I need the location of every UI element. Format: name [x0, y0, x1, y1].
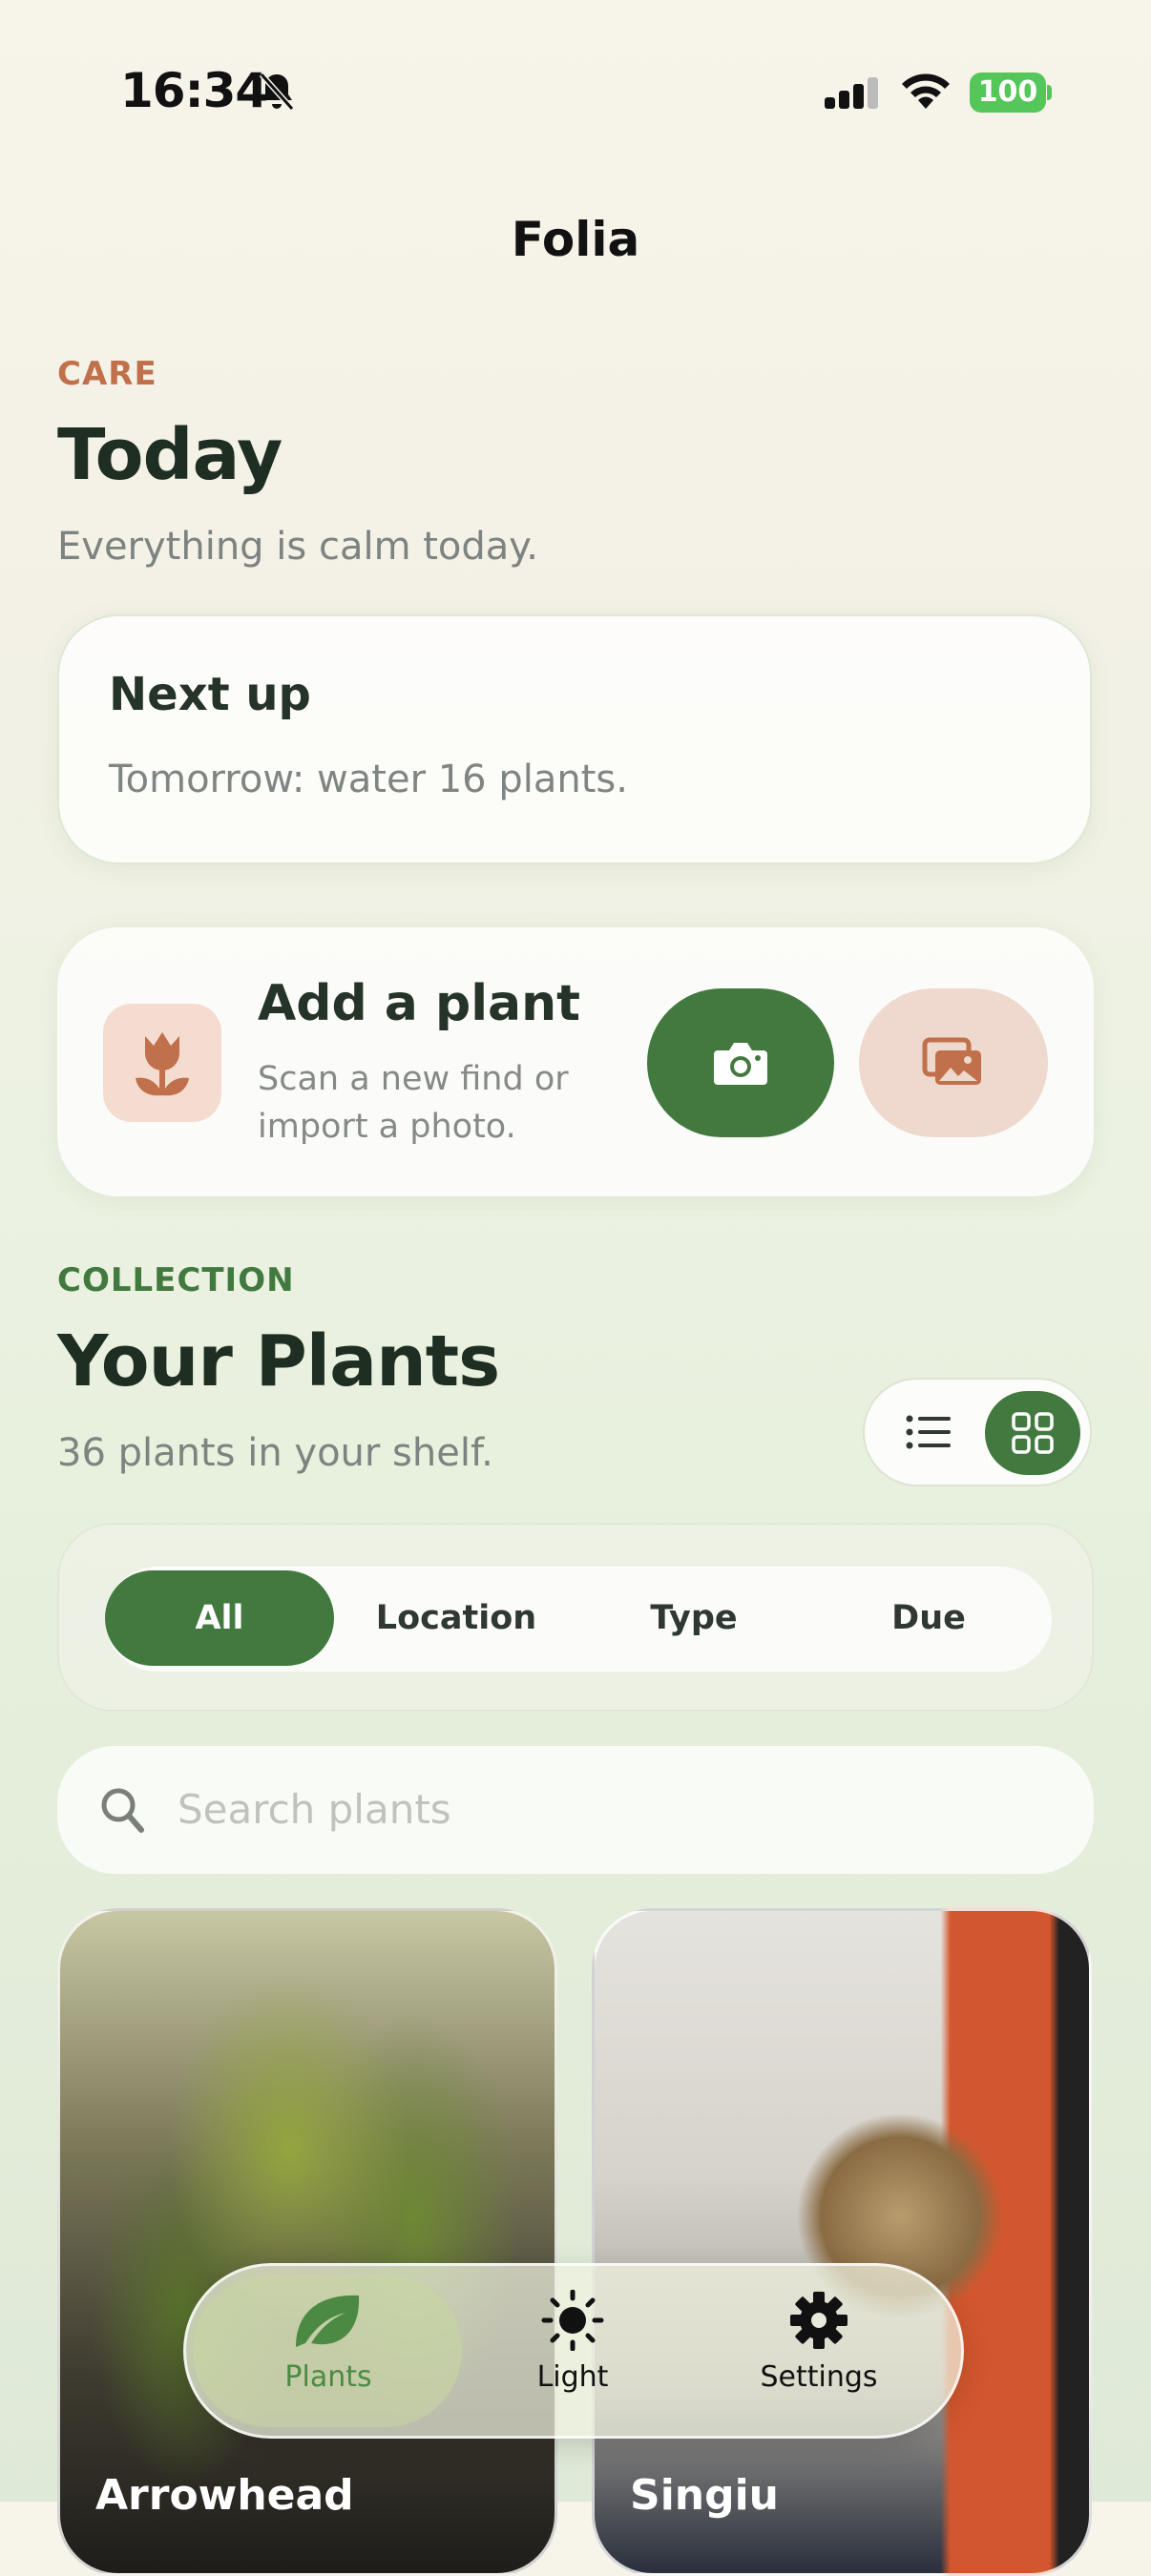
- battery-indicator: 100: [970, 73, 1046, 113]
- today-title: Today: [57, 414, 283, 496]
- your-plants-title: Your Plants: [57, 1320, 500, 1402]
- signal-icon: [825, 77, 878, 109]
- tab-plants-label: Plants: [284, 2360, 372, 2394]
- tab-plants[interactable]: Plants: [214, 2290, 443, 2394]
- leaf-icon: [296, 2295, 360, 2347]
- add-plant-title: Add a plant: [258, 975, 580, 1032]
- grid-view-button[interactable]: [985, 1391, 1080, 1475]
- photos-icon: [922, 1037, 981, 1085]
- bell-slash-icon: [259, 73, 295, 111]
- tab-settings[interactable]: Settings: [704, 2290, 933, 2394]
- plant-name: Singiu: [630, 2471, 779, 2520]
- filter-type[interactable]: Type: [586, 1570, 802, 1666]
- camera-icon: [714, 1043, 767, 1085]
- filter-location[interactable]: Location: [351, 1570, 561, 1666]
- tab-light[interactable]: Light: [458, 2289, 687, 2394]
- battery-tip: [1047, 85, 1052, 100]
- next-up-text: Tomorrow: water 16 plants.: [109, 758, 628, 801]
- today-subtitle: Everything is calm today.: [57, 525, 538, 569]
- tab-light-label: Light: [536, 2360, 609, 2394]
- filter-due[interactable]: Due: [821, 1570, 1036, 1666]
- import-photo-button[interactable]: [859, 988, 1048, 1137]
- collection-eyebrow: COLLECTION: [57, 1261, 295, 1299]
- wifi-icon: [902, 73, 950, 109]
- sun-icon: [541, 2289, 604, 2352]
- tab-settings-label: Settings: [760, 2360, 878, 2394]
- filter-all[interactable]: All: [105, 1570, 334, 1666]
- list-view-button[interactable]: [888, 1391, 970, 1473]
- list-icon: [906, 1415, 951, 1449]
- add-plant-subtitle: Scan a new find or import a photo.: [258, 1060, 569, 1146]
- tulip-icon: [136, 1032, 189, 1096]
- search-icon: [101, 1788, 144, 1833]
- gear-icon: [790, 2292, 848, 2349]
- care-eyebrow: CARE: [57, 355, 157, 393]
- next-up-title: Next up: [109, 668, 311, 721]
- next-up-card[interactable]: [57, 614, 1092, 864]
- add-plant-icon-box: [103, 1004, 221, 1122]
- app-title: Folia: [511, 212, 640, 267]
- plants-count: 36 plants in your shelf.: [57, 1431, 493, 1475]
- status-time: 16:34: [120, 63, 268, 118]
- plant-name: Arrowhead: [95, 2471, 354, 2520]
- grid-icon: [1012, 1412, 1054, 1454]
- camera-button[interactable]: [647, 988, 834, 1137]
- search-input[interactable]: Search plants: [178, 1786, 451, 1833]
